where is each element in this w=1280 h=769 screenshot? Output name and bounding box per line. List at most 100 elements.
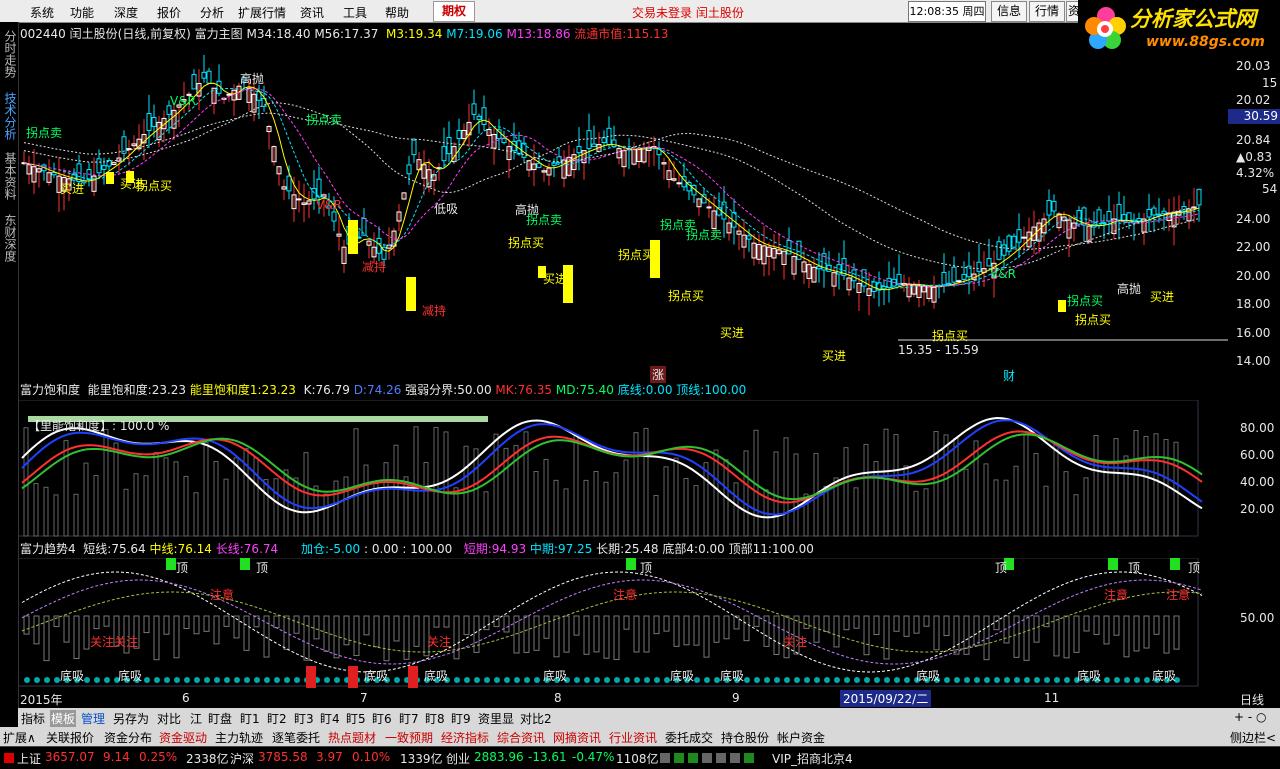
trend-dot [754,677,760,683]
histogram-bar [163,457,169,537]
tb2-tick-order[interactable]: 逐笔委托 [272,729,320,746]
tb2-main-track[interactable]: 主力轨迹 [215,729,263,746]
tb-watch5[interactable]: 盯5 [346,710,366,727]
tb2-positions[interactable]: 持仓股份 [721,729,769,746]
tb-watch[interactable]: 盯盘 [208,710,232,727]
tb-watch9[interactable]: 盯9 [451,710,471,727]
tb2-account[interactable]: 帐户资金 [777,729,825,746]
saturation-chart[interactable] [18,400,1228,538]
trend-bar [1083,615,1090,632]
trend-dot [874,677,880,683]
trend-bar [493,615,500,628]
histogram-bar [923,488,929,537]
menu-system[interactable]: 系统 [30,4,54,21]
trend-dot [954,677,960,683]
histogram-bar [623,459,629,537]
info-button[interactable]: 信息 [991,1,1027,22]
tb-watch7[interactable]: 盯7 [399,710,419,727]
tb2-orders[interactable]: 委托成交 [665,729,713,746]
menu-news[interactable]: 资讯 [300,4,324,21]
zoom-controls[interactable]: + - ○ [1234,710,1266,724]
trend-bar [563,615,570,653]
trend-bar [893,615,900,632]
sat-md: 75.40 [579,383,614,397]
tb-watch1[interactable]: 盯1 [240,710,260,727]
options-button[interactable]: 期权 [433,1,475,22]
trend-bar [703,615,710,658]
trend-title: 富力趋势4 [20,542,76,556]
tb2-general-news[interactable]: 综合资讯 [497,729,545,746]
tb-jiang[interactable]: 江 [190,710,202,727]
period-label[interactable]: 日线 [1240,691,1264,708]
tab-fundamentals[interactable]: 基本资料 [2,152,17,200]
trend-midp: 97.25 [557,542,593,556]
tb2-fund-dist[interactable]: 资金分布 [104,729,152,746]
trend-tag: 底吸 [1152,669,1177,683]
menu-function[interactable]: 功能 [70,4,94,21]
signal-label: 拐点卖 [526,213,563,227]
trend-dot [484,677,490,683]
candlestick-chart[interactable] [18,40,1228,380]
tb-manage[interactable]: 管理 [81,710,105,727]
tb2-hot-topics[interactable]: 热点题材 [328,729,376,746]
trend-dot [704,677,710,683]
menu-analysis[interactable]: 分析 [200,4,224,21]
tab-technical[interactable]: 技术分析 [2,92,17,140]
tb-data-display[interactable]: 资里显 [478,710,514,727]
date-label: 7 [360,691,368,705]
trend-chart[interactable] [18,558,1228,688]
candle-body [941,271,947,286]
sat-mk: 76.35 [517,383,553,397]
tb2-industry-news[interactable]: 行业资讯 [609,729,657,746]
trend-bar [1153,615,1160,635]
axis-label: 4.32% [1236,166,1275,180]
axis-label: 60.00 [1240,448,1275,462]
tb-watch3[interactable]: 盯3 [294,710,314,727]
tb-watch4[interactable]: 盯4 [320,710,340,727]
tb-watch2[interactable]: 盯2 [267,710,287,727]
menu-quote[interactable]: 报价 [157,4,181,21]
tb2-consensus[interactable]: 一致预期 [385,729,433,746]
tb-template[interactable]: 模板 [50,710,77,727]
menu-ext-market[interactable]: 扩展行情 [238,4,286,21]
axis-label: 20.00 [1240,502,1275,516]
trend-tag: 底吸 [720,669,745,683]
tb2-web-news[interactable]: 网摘资讯 [553,729,601,746]
tb-indicator[interactable]: 指标 [21,710,45,727]
tb2-expand[interactable]: 扩展∧ [3,729,36,746]
axis-label: 14.00 [1236,354,1271,368]
menu-tools[interactable]: 工具 [343,4,367,21]
panel-frame [18,558,1199,687]
menu-depth[interactable]: 深度 [114,4,138,21]
tb-compare[interactable]: 对比 [157,710,181,727]
tb2-fund-drive[interactable]: 资金驱动 [159,729,207,746]
stock-name: 闰土股份(日线,前复权) 富力主图 [69,27,243,41]
m34-value: 18.40 [276,27,311,41]
trend-bar [403,615,410,660]
tb2-related[interactable]: 关联报价 [46,729,94,746]
tb-save-as[interactable]: 另存为 [113,710,149,727]
trend-bar [163,615,170,635]
saturation-header: 富力饱和度 能里饱和度:23.23 能里饱和度1:23.23 K:76.79 D… [20,381,746,398]
trend-mid: 76.14 [177,542,212,556]
tb-watch8[interactable]: 盯8 [425,710,445,727]
sidebar-toggle[interactable]: 侧边栏< [1230,729,1276,746]
tab-intraday[interactable]: 分时走势 [2,30,17,78]
candle-body [481,107,487,125]
menu-help[interactable]: 帮助 [385,4,409,21]
trend-bar [543,615,550,639]
axis-label: 22.00 [1236,240,1271,254]
tb2-economic[interactable]: 经济指标 [441,729,489,746]
market-button[interactable]: 行情 [1029,1,1065,22]
trend-bar [183,615,190,629]
tb-watch6[interactable]: 盯6 [372,710,392,727]
sat-strong: 50.00 [457,383,492,397]
histogram-bar [673,457,679,537]
histogram-bar [423,462,429,537]
login-notice: 交易未登录 闰土股份 [632,6,744,20]
tb-compare2[interactable]: 对比2 [520,710,552,727]
tab-eastmoney[interactable]: 东财深度 [2,214,17,262]
trend-bar [683,615,690,646]
clock-weekday: 周四 [962,5,985,18]
histogram-bar [653,494,659,537]
